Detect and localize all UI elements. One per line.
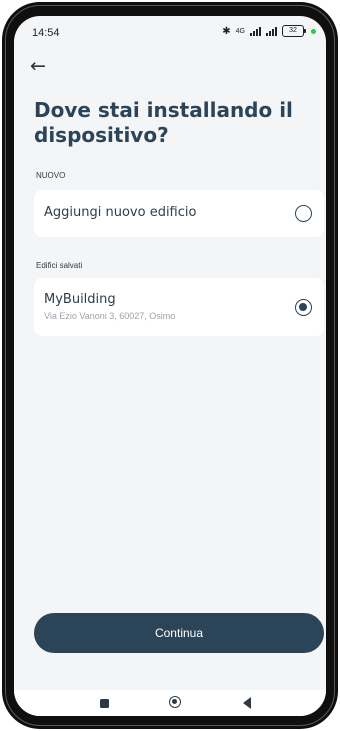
system-nav-bar (14, 690, 326, 716)
saved-building-option[interactable]: MyBuilding Via Ezio Vanoni 3, 60027, Osi… (34, 278, 324, 336)
home-icon[interactable] (169, 696, 181, 708)
section-label-new: NUOVO (36, 171, 66, 180)
app-screen: 14:54 ✱ 4G 32 ← Dove stai installando il… (14, 16, 326, 716)
network-type: 4G (235, 27, 245, 35)
section-label-saved: Edifici salvati (36, 261, 83, 270)
status-bar: 14:54 ✱ 4G 32 (14, 16, 326, 50)
add-building-option[interactable]: Aggiungi nuovo edificio (34, 190, 324, 237)
recent-apps-icon[interactable] (100, 699, 109, 708)
saved-building-radio[interactable] (295, 299, 312, 316)
add-building-radio[interactable] (295, 205, 312, 222)
add-building-label: Aggiungi nuovo edificio (44, 205, 197, 220)
back-triangle-icon[interactable] (243, 697, 251, 709)
continue-button[interactable]: Continua (34, 613, 324, 653)
saved-building-name: MyBuilding (44, 292, 116, 307)
saved-building-address: Via Ezio Vanoni 3, 60027, Osimo (44, 311, 176, 321)
camera-indicator-dot (311, 28, 316, 34)
signal-icon (250, 26, 261, 36)
battery-icon: 32 (282, 25, 306, 37)
status-icons: ✱ 4G 32 (222, 25, 316, 37)
status-time: 14:54 (32, 27, 60, 39)
bluetooth-icon: ✱ (222, 25, 231, 37)
arrow-left-icon[interactable]: ← (30, 54, 54, 78)
phone-frame: 14:54 ✱ 4G 32 ← Dove stai installando il… (2, 2, 338, 729)
battery-level: 32 (282, 25, 304, 37)
signal-icon-secondary (266, 26, 277, 36)
page-title: Dove stai installando il dispositivo? (34, 98, 293, 147)
